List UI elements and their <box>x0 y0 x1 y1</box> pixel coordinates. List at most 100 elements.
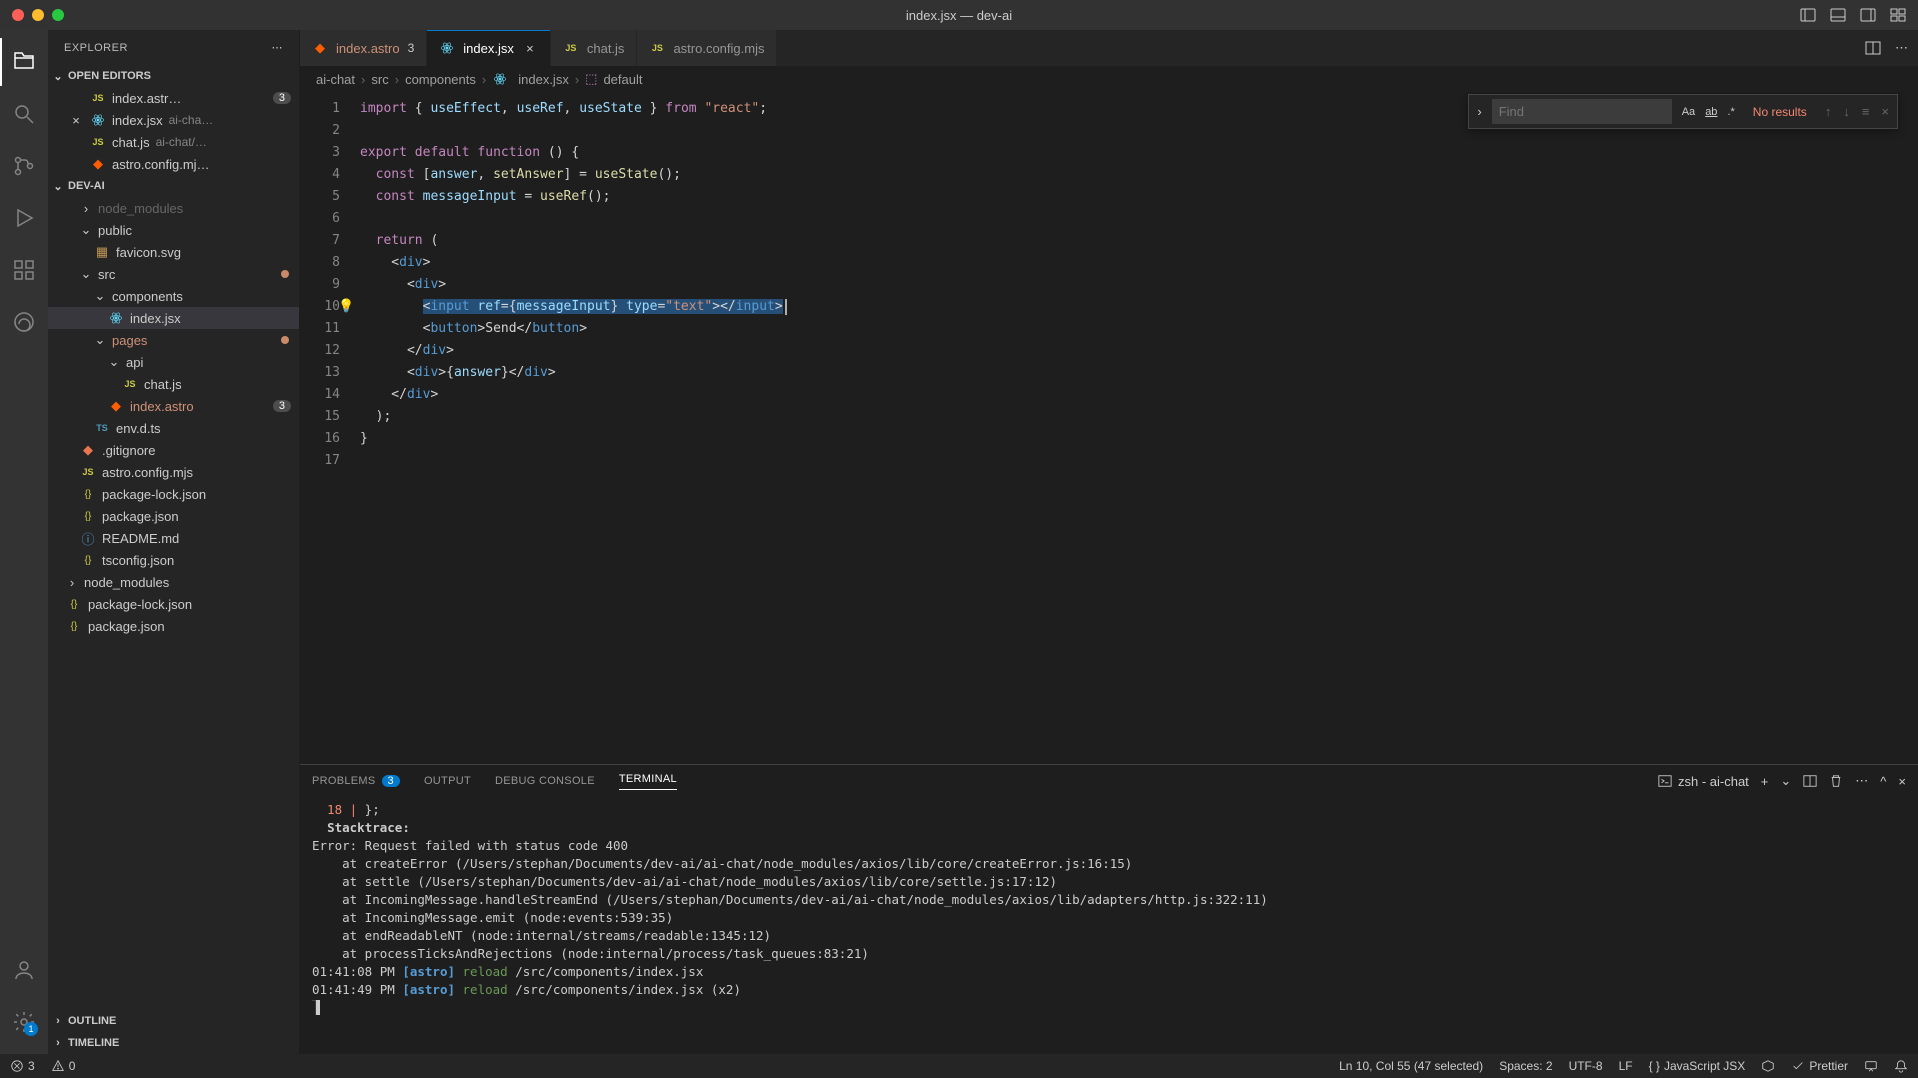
project-section[interactable]: ⌄ DEV-AI <box>48 175 299 197</box>
tree-folder[interactable]: ›node_modules <box>48 197 299 219</box>
settings-activity-icon[interactable]: 1 <box>0 998 48 1046</box>
sb-language[interactable]: { }JavaScript JSX <box>1649 1059 1746 1073</box>
customize-layout-icon[interactable] <box>1890 7 1906 23</box>
terminal-more-icon[interactable]: ⋯ <box>1855 773 1868 789</box>
debug-console-tab[interactable]: DEBUG CONSOLE <box>495 775 595 787</box>
editor-tab[interactable]: JSastro.config.mjs <box>637 30 777 66</box>
lightbulb-icon[interactable]: 💡 <box>338 296 354 318</box>
editor-tab[interactable]: JSchat.js <box>551 30 638 66</box>
accounts-activity-icon[interactable] <box>0 946 48 994</box>
outline-section[interactable]: › OUTLINE <box>48 1010 299 1032</box>
close-editor-icon[interactable]: × <box>68 113 84 128</box>
tree-file[interactable]: index.jsx <box>48 307 299 329</box>
tree-file[interactable]: JSchat.js <box>48 373 299 395</box>
open-editor-item[interactable]: JSindex.astr…3 <box>48 87 299 109</box>
sb-warnings[interactable]: 0 <box>51 1059 76 1073</box>
sb-prettier[interactable]: Prettier <box>1791 1059 1848 1073</box>
find-close-icon[interactable]: × <box>1877 102 1893 121</box>
tree-folder[interactable]: ⌄api <box>48 351 299 373</box>
match-whole-word-icon[interactable]: ab <box>1701 104 1721 120</box>
split-editor-icon[interactable] <box>1865 40 1881 56</box>
tree-file[interactable]: {}package.json <box>48 615 299 637</box>
sb-bell-icon[interactable] <box>1894 1059 1908 1073</box>
regex-icon[interactable]: .* <box>1723 104 1738 120</box>
sb-errors[interactable]: 3 <box>10 1059 35 1073</box>
toggle-primary-sidebar-icon[interactable] <box>1800 7 1816 23</box>
sb-spaces[interactable]: Spaces: 2 <box>1499 1059 1552 1073</box>
breadcrumb-item[interactable]: index.jsx <box>518 72 569 87</box>
sb-cursor[interactable]: Ln 10, Col 55 (47 selected) <box>1339 1059 1483 1073</box>
tree-file[interactable]: ◆.gitignore <box>48 439 299 461</box>
explorer-more-icon[interactable]: ⋯ <box>272 41 284 54</box>
find-selection-icon[interactable]: ≡ <box>1858 102 1874 121</box>
find-expand-icon[interactable]: › <box>1473 104 1485 119</box>
close-tab-icon[interactable]: × <box>522 41 538 56</box>
tree-folder[interactable]: ⌄pages <box>48 329 299 351</box>
terminal-output[interactable]: 18 | }; Stacktrace:Error: Request failed… <box>300 797 1918 1054</box>
terminal-launch-profile[interactable]: zsh - ai-chat <box>1658 774 1749 789</box>
tree-folder[interactable]: ⌄public <box>48 219 299 241</box>
find-prev-icon[interactable]: ↑ <box>1821 102 1836 121</box>
minimize-window-button[interactable] <box>32 9 44 21</box>
output-tab[interactable]: OUTPUT <box>424 775 471 787</box>
open-editor-item[interactable]: ×index.jsx ai-cha… <box>48 109 299 131</box>
edge-tools-activity-icon[interactable] <box>0 298 48 346</box>
tree-folder[interactable]: ⌄components <box>48 285 299 307</box>
terminal-tab[interactable]: TERMINAL <box>619 773 677 790</box>
close-window-button[interactable] <box>12 9 24 21</box>
tree-file[interactable]: JSastro.config.mjs <box>48 461 299 483</box>
source-control-activity-icon[interactable] <box>0 142 48 190</box>
git-icon: ◆ <box>80 442 96 458</box>
code-editor[interactable]: 1234567891011121314151617 import { useEf… <box>300 92 1918 764</box>
tree-file[interactable]: ▦favicon.svg <box>48 241 299 263</box>
tree-file[interactable]: TSenv.d.ts <box>48 417 299 439</box>
open-editor-item[interactable]: ◆astro.config.mj… <box>48 153 299 175</box>
tree-file[interactable]: {}package-lock.json <box>48 593 299 615</box>
kill-terminal-icon[interactable] <box>1829 774 1843 788</box>
find-input[interactable] <box>1492 99 1672 124</box>
toggle-secondary-sidebar-icon[interactable] <box>1860 7 1876 23</box>
tree-folder[interactable]: ›node_modules <box>48 571 299 593</box>
explorer-activity-icon[interactable] <box>0 38 48 86</box>
toggle-panel-icon[interactable] <box>1830 7 1846 23</box>
new-terminal-icon[interactable]: + <box>1761 774 1769 789</box>
breadcrumb-item[interactable]: components <box>405 72 476 87</box>
search-activity-icon[interactable] <box>0 90 48 138</box>
split-terminal-icon[interactable] <box>1803 774 1817 788</box>
extensions-activity-icon[interactable] <box>0 246 48 294</box>
maximize-window-button[interactable] <box>52 9 64 21</box>
breadcrumb-item[interactable]: src <box>371 72 388 87</box>
code-content[interactable]: import { useEffect, useRef, useState } f… <box>360 92 1918 764</box>
terminal-dropdown-icon[interactable]: ⌄ <box>1780 773 1791 789</box>
editor-tab[interactable]: ◆index.astro3 <box>300 30 427 66</box>
tree-file[interactable]: {}package-lock.json <box>48 483 299 505</box>
sb-eol[interactable]: LF <box>1619 1059 1633 1073</box>
statusbar: 3 0 Ln 10, Col 55 (47 selected) Spaces: … <box>0 1054 1918 1078</box>
tree-file[interactable]: {}tsconfig.json <box>48 549 299 571</box>
more-actions-icon[interactable]: ⋯ <box>1895 40 1908 56</box>
breadcrumb[interactable]: ai-chat›src›components›index.jsx›⬚ defau… <box>300 66 1918 92</box>
js-icon: JS <box>649 40 665 56</box>
open-editor-item[interactable]: JSchat.js ai-chat/… <box>48 131 299 153</box>
svg-icon: ▦ <box>94 244 110 260</box>
astro-icon: ◆ <box>312 40 328 56</box>
open-editors-section[interactable]: ⌄ OPEN EDITORS <box>48 65 299 87</box>
breadcrumb-item[interactable]: ai-chat <box>316 72 355 87</box>
maximize-panel-icon[interactable]: ^ <box>1880 774 1886 789</box>
tree-file[interactable]: {}package.json <box>48 505 299 527</box>
timeline-section[interactable]: › TIMELINE <box>48 1032 299 1054</box>
find-next-icon[interactable]: ↓ <box>1839 102 1854 121</box>
match-case-icon[interactable]: Aa <box>1678 104 1699 120</box>
tree-file[interactable]: ◆index.astro3 <box>48 395 299 417</box>
tree-folder[interactable]: ⌄src <box>48 263 299 285</box>
run-debug-activity-icon[interactable] <box>0 194 48 242</box>
chevron-down-icon: ⌄ <box>80 266 92 282</box>
editor-tab[interactable]: index.jsx× <box>427 30 551 66</box>
tree-file[interactable]: ⓘREADME.md <box>48 527 299 549</box>
sb-feedback-icon[interactable] <box>1864 1059 1878 1073</box>
problems-tab[interactable]: PROBLEMS 3 <box>312 775 400 787</box>
sb-encoding[interactable]: UTF-8 <box>1569 1059 1603 1073</box>
breadcrumb-item[interactable]: default <box>603 72 642 87</box>
sb-eslint-icon[interactable] <box>1761 1059 1775 1073</box>
close-panel-icon[interactable]: × <box>1898 774 1906 789</box>
